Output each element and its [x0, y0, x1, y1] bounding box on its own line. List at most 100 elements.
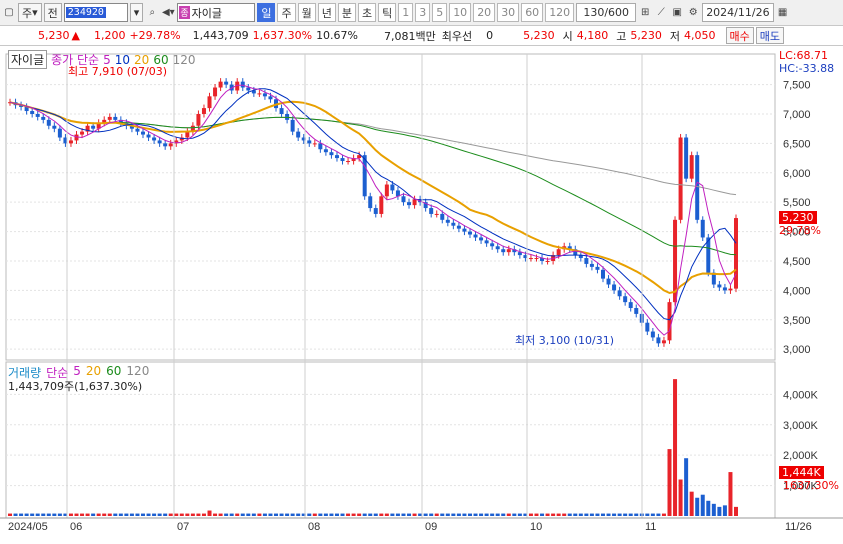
candle-body — [495, 246, 500, 250]
calendar-icon[interactable]: ▦ — [776, 6, 790, 20]
volume-summary: 1,443,709주(1,637.30%) — [8, 380, 143, 393]
volume-bar — [634, 513, 639, 516]
count-field[interactable]: 130/600 — [576, 3, 637, 22]
num-3[interactable]: 3 — [415, 3, 431, 22]
volume-bar — [196, 513, 201, 516]
candle-body — [262, 93, 267, 97]
period-second[interactable]: 초 — [357, 3, 377, 22]
window-icon[interactable]: ▢ — [2, 6, 16, 20]
volume-bar — [357, 513, 362, 516]
candle-body — [484, 240, 489, 244]
period-month[interactable]: 월 — [297, 3, 316, 22]
candle-body — [224, 81, 229, 85]
chart-tools-icon[interactable]: ⊞ — [638, 6, 652, 20]
num-120[interactable]: 120 — [545, 3, 575, 22]
period-tick[interactable]: 틱 — [378, 3, 397, 22]
x-tick-label: 2024/05 — [8, 521, 48, 533]
type-select[interactable]: 주 ▾ — [18, 3, 42, 22]
candle-body — [30, 111, 35, 114]
candle-body — [323, 149, 328, 153]
volume-bar — [728, 472, 733, 516]
x-tick-label: 06 — [70, 521, 82, 533]
date-field[interactable]: 2024/11/26 — [702, 3, 774, 22]
num-30[interactable]: 30 — [497, 3, 520, 22]
num-10[interactable]: 10 — [449, 3, 472, 22]
volume-bar — [401, 513, 406, 516]
volume-bar — [506, 513, 511, 516]
volume-bar — [346, 513, 351, 516]
candle-body — [606, 278, 611, 285]
candle-body — [135, 128, 140, 132]
volume-bar — [545, 513, 550, 516]
volume-bar — [107, 513, 112, 516]
chart-area[interactable]: 3,000 3,500 4,000 4,500 5,000 5,500 6,000 6,500… — [0, 46, 843, 541]
candle-body — [451, 222, 456, 226]
code-dropdown-button[interactable]: ▾ — [129, 3, 144, 22]
price-tick-label: 7,000 — [783, 109, 811, 121]
volume-bar — [251, 513, 256, 516]
volume-bar — [540, 513, 545, 516]
gear-icon[interactable]: ⚙ — [686, 6, 700, 20]
volume-bar — [74, 513, 79, 516]
num-1[interactable]: 1 — [398, 3, 414, 22]
volume-bar — [46, 513, 51, 516]
prev-button[interactable]: 전 — [43, 3, 62, 22]
volume-bar — [584, 513, 589, 516]
stock-name-field[interactable]: 종 자이글 — [177, 3, 256, 22]
candle-body — [91, 125, 96, 129]
num-60[interactable]: 60 — [521, 3, 544, 22]
volume-bar — [318, 513, 323, 516]
period-day[interactable]: 일 — [257, 3, 276, 22]
volume-bar — [163, 513, 168, 516]
candle-body — [462, 228, 467, 232]
volume-bar — [628, 513, 633, 516]
open-value: 4,180 — [576, 29, 609, 42]
buy-button[interactable]: 매수 — [725, 27, 754, 44]
x-tick-label: 11 — [645, 521, 656, 533]
period-week[interactable]: 주 — [277, 3, 296, 22]
save-icon[interactable]: ▣ — [670, 6, 684, 20]
volume-bar — [124, 513, 129, 516]
volume-bar — [556, 513, 561, 516]
candle-body — [628, 302, 633, 309]
volume-bar — [235, 513, 240, 516]
volume-bar — [8, 513, 12, 516]
num-5[interactable]: 5 — [432, 3, 448, 22]
candle-body — [645, 322, 650, 332]
period-year[interactable]: 년 — [317, 3, 336, 22]
volume-bar — [595, 513, 600, 516]
period-minute[interactable]: 분 — [337, 3, 356, 22]
candle-body — [667, 302, 672, 341]
chart-line-icon[interactable]: ⟋ — [654, 6, 668, 20]
volume-bar — [207, 510, 212, 516]
volume-bar — [257, 513, 262, 516]
candle-body — [506, 249, 511, 253]
candle-body — [528, 258, 533, 260]
volume-bar — [329, 513, 334, 516]
open-label: 시 — [562, 29, 573, 43]
sound-icon[interactable]: ◀▾ — [161, 6, 175, 20]
candle-body — [240, 81, 245, 88]
volume-bar — [551, 513, 556, 516]
num-20[interactable]: 20 — [473, 3, 496, 22]
volume-bar — [179, 513, 184, 516]
sell-button[interactable]: 매도 — [755, 27, 784, 44]
volume-bar — [717, 506, 722, 516]
candle-body — [490, 243, 495, 247]
code-input[interactable]: 234920 — [63, 3, 128, 22]
volume-bar — [19, 513, 24, 516]
candle-body — [157, 140, 162, 144]
volume-bar — [168, 513, 173, 516]
volume-bar — [456, 513, 461, 516]
candle-body — [246, 87, 251, 91]
candle-body — [218, 81, 223, 88]
stock-label: 자이글 — [8, 50, 48, 69]
candle-body — [68, 140, 73, 144]
candle-body — [556, 249, 561, 256]
candle-body — [307, 140, 312, 144]
chart-svg[interactable]: 3,0003,5004,0004,5005,0005,5006,0006,500… — [0, 46, 843, 541]
candle-body — [152, 137, 157, 141]
volume-bar — [240, 513, 245, 516]
search-icon[interactable]: ⌕ — [145, 6, 159, 20]
volume-bar — [589, 513, 594, 516]
